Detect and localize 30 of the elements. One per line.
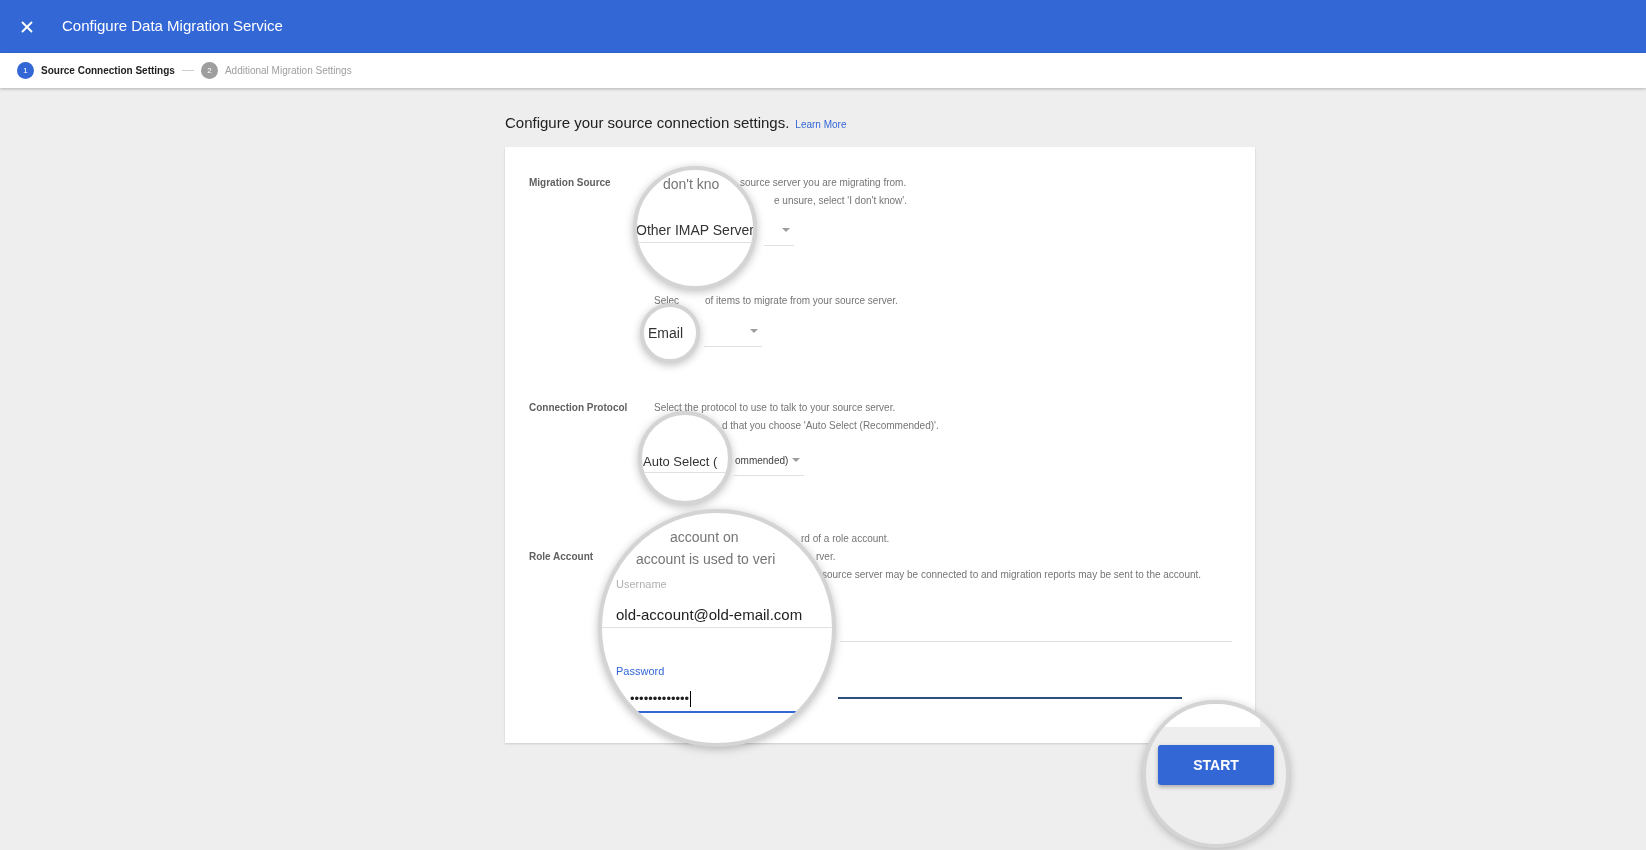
step[interactable]: 1 Source Connection Settings <box>17 62 175 79</box>
dropdown-caret-icon <box>782 228 790 232</box>
hint-text: rver. <box>816 549 837 564</box>
password-label: Password <box>616 664 665 679</box>
hint-text: d that you choose 'Auto Select (Recommended)'. <box>722 418 940 433</box>
username-value: old-account@old-email.com <box>616 605 803 625</box>
magnified-hint-text: account is used to veri <box>636 550 776 569</box>
magnified-hint-text: account on <box>670 528 739 547</box>
hint-text: rd of a role account. <box>801 531 891 546</box>
hint-text: Selec <box>654 293 680 308</box>
username-label: Username <box>616 577 667 592</box>
server-dropdown-value: Other IMAP Server <box>637 221 753 240</box>
start-button[interactable]: START <box>1158 745 1274 785</box>
hint-text: Select the protocol to use to talk to your source server. <box>654 400 897 415</box>
hint-text: of items to migrate from your source server. <box>705 293 898 308</box>
window-title: Configure Data Migration Service <box>62 16 283 37</box>
hint-text: source server you are migrating from. <box>740 175 908 190</box>
hint-text: source server may be connected to and migration reports may be sent to the account. <box>822 567 1203 582</box>
dropdown-caret-icon <box>750 329 758 333</box>
hint-text: e unsure, select 'I don't know'. <box>774 193 909 208</box>
page-heading: Configure your source connection settings. <box>505 113 790 133</box>
password-value: ••••••••••••• <box>630 689 692 709</box>
items-dropdown-value: Email <box>648 324 683 343</box>
section-label: Migration Source <box>529 175 612 190</box>
protocol-dropdown-value: Auto Select ( <box>643 453 718 471</box>
step[interactable]: 2 Additional Migration Settings <box>200 62 352 79</box>
magnified-hint-text: don't kno <box>663 175 720 194</box>
protocol-dropdown[interactable]: ommended) <box>734 445 804 476</box>
dropdown-caret-icon <box>792 458 800 462</box>
learn-more-link[interactable]: Learn More <box>795 117 847 132</box>
